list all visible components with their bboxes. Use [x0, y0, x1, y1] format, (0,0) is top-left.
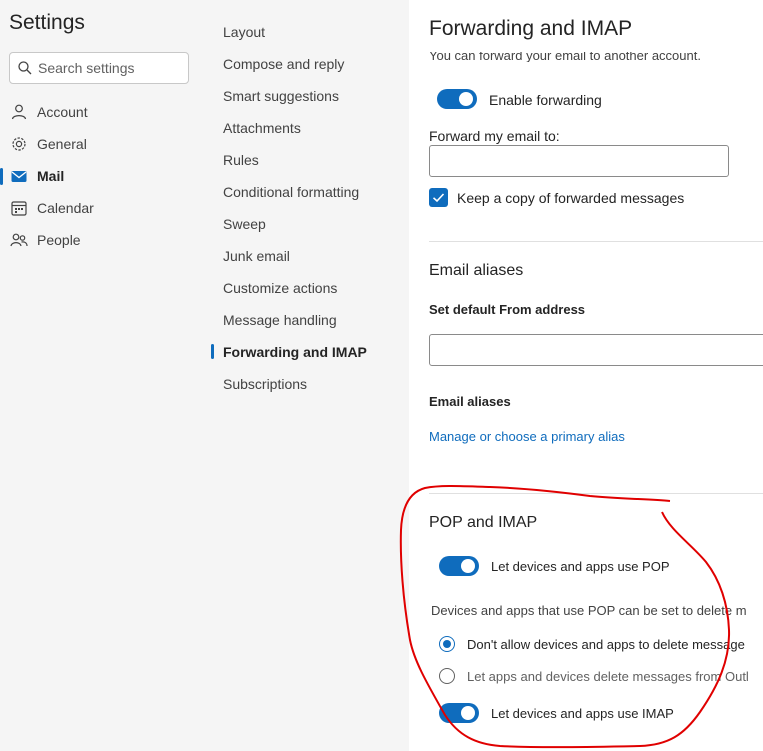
subnav-item-sweep[interactable]: Sweep — [223, 216, 266, 232]
enable-forwarding-toggle[interactable] — [437, 89, 477, 109]
mail-icon — [11, 171, 27, 182]
nav-item-account[interactable]: Account — [0, 99, 209, 125]
people-icon — [10, 233, 28, 247]
enable-forwarding-label: Enable forwarding — [489, 92, 602, 108]
email-aliases-label: Email aliases — [429, 394, 511, 409]
pop-imap-heading: POP and IMAP — [429, 514, 538, 531]
nav-item-label: Calendar — [37, 200, 94, 216]
calendar-icon — [11, 201, 27, 216]
manage-alias-link[interactable]: Manage or choose a primary alias — [429, 429, 625, 444]
subnav-item-customize-actions[interactable]: Customize actions — [223, 280, 337, 296]
keep-copy-label: Keep a copy of forwarded messages — [457, 190, 685, 206]
search-box[interactable] — [9, 52, 189, 84]
nav-item-calendar[interactable]: Calendar — [0, 195, 209, 221]
default-from-label: Set default From address — [429, 302, 586, 317]
subnav-item-forwarding-and-imap[interactable]: Forwarding and IMAP — [223, 344, 367, 360]
page-title: Forwarding and IMAP — [429, 17, 633, 40]
forwarding-intro-text: You can forward your email to another ac… — [429, 52, 701, 62]
keep-copy-checkbox[interactable] — [429, 188, 448, 207]
imap-toggle[interactable] — [439, 703, 479, 723]
nav-item-mail[interactable]: Mail — [0, 163, 209, 189]
subnav-item-smart-suggestions[interactable]: Smart suggestions — [223, 88, 339, 104]
pop-toggle[interactable] — [439, 556, 479, 576]
forward-to-label: Forward my email to: — [429, 128, 560, 144]
radio-let-delete[interactable] — [439, 668, 455, 684]
subnav-item-junk-email[interactable]: Junk email — [223, 248, 290, 264]
mail-settings-subnav: Layout Compose and reply Smart suggestio… — [209, 0, 409, 751]
subnav-item-attachments[interactable]: Attachments — [223, 120, 301, 136]
active-indicator — [211, 344, 214, 359]
settings-title: Settings — [9, 11, 85, 34]
section-divider — [429, 493, 763, 494]
person-icon — [11, 104, 27, 120]
nav-item-label: Account — [37, 104, 88, 120]
search-input[interactable] — [38, 58, 183, 78]
subnav-item-layout[interactable]: Layout — [223, 24, 265, 40]
checkmark-icon — [432, 193, 445, 203]
settings-nav-pane: Settings Account General Mail — [0, 0, 209, 751]
subnav-item-compose-and-reply[interactable]: Compose and reply — [223, 56, 344, 72]
pop-label: Let devices and apps use POP — [491, 559, 670, 574]
nav-item-label: People — [37, 232, 81, 248]
subnav-item-conditional-formatting[interactable]: Conditional formatting — [223, 184, 359, 200]
subnav-item-message-handling[interactable]: Message handling — [223, 312, 337, 328]
nav-item-label: General — [37, 136, 87, 152]
radio-dont-allow-delete-label: Don't allow devices and apps to delete m… — [467, 637, 745, 652]
gear-icon — [12, 137, 26, 151]
forward-to-input[interactable] — [429, 145, 729, 177]
default-from-select[interactable] — [429, 334, 763, 366]
subnav-item-subscriptions[interactable]: Subscriptions — [223, 376, 307, 392]
section-divider — [429, 241, 763, 242]
imap-label: Let devices and apps use IMAP — [491, 706, 674, 721]
nav-item-general[interactable]: General — [0, 131, 209, 157]
settings-content-pane: Forwarding and IMAP You can forward your… — [409, 0, 763, 751]
subnav-item-rules[interactable]: Rules — [223, 152, 259, 168]
nav-item-label: Mail — [37, 168, 65, 184]
radio-let-delete-label: Let apps and devices delete messages fro… — [467, 669, 749, 684]
pop-delete-description: Devices and apps that use POP can be set… — [431, 603, 747, 618]
nav-item-people[interactable]: People — [0, 227, 209, 253]
search-icon — [18, 61, 32, 75]
radio-dont-allow-delete[interactable] — [439, 636, 455, 652]
email-aliases-heading: Email aliases — [429, 262, 524, 279]
